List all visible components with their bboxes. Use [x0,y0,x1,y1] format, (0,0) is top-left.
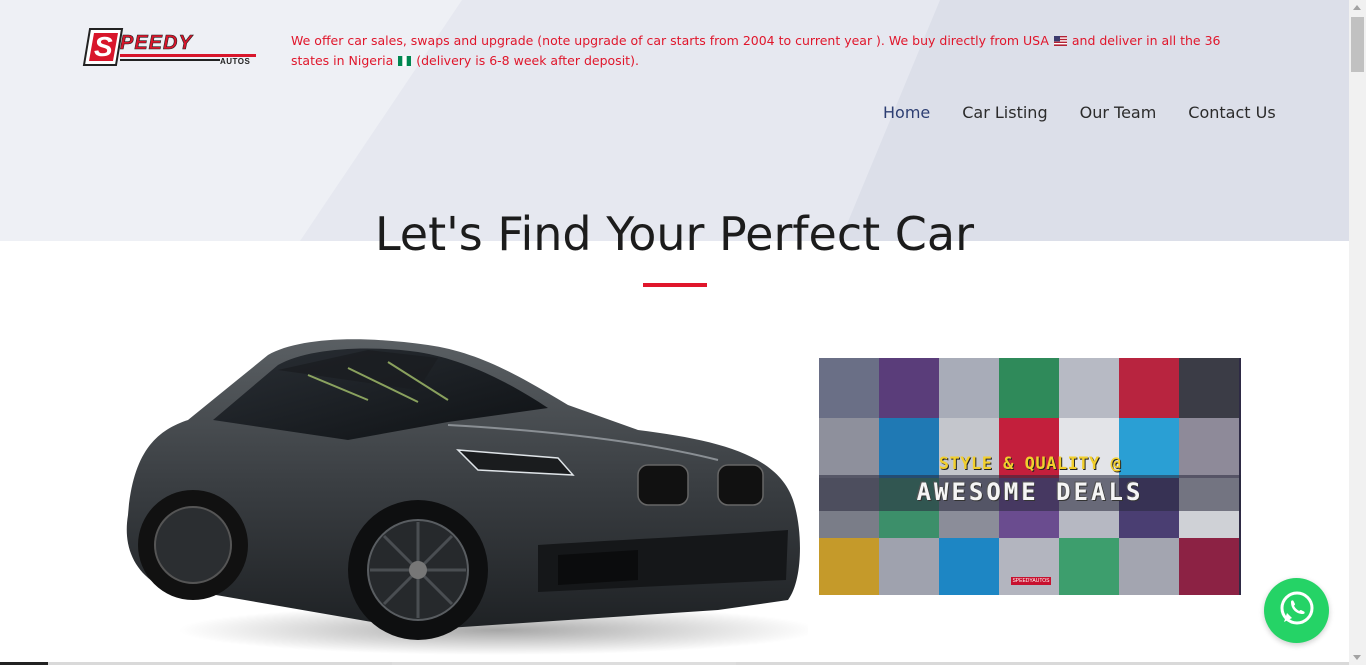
car-image [118,330,818,658]
us-flag-icon [1053,32,1067,51]
scroll-thumb[interactable] [1351,17,1364,72]
nav-home[interactable]: Home [883,103,930,122]
speedy-autos-logo[interactable]: S PEEDY AUTOS [82,25,262,71]
promo-line-1: STYLE & QUALITY @ [938,454,1122,474]
page: S PEEDY AUTOS We offer car sales, swaps … [0,0,1366,665]
logo-subtitle: AUTOS [220,57,251,66]
whatsapp-button[interactable] [1264,578,1329,643]
nav-our-team[interactable]: Our Team [1080,103,1157,122]
promo-line-2: AWESOME DEALS [916,478,1144,506]
svg-text:PEEDY: PEEDY [120,32,193,54]
svg-text:S: S [94,31,113,62]
main-nav: Home Car Listing Our Team Contact Us [883,103,1276,122]
scroll-down-arrow-icon[interactable] [1353,655,1361,660]
nav-contact-us[interactable]: Contact Us [1188,103,1275,122]
whatsapp-icon [1278,589,1316,632]
title-underline [643,283,707,287]
nigeria-flag-icon [398,52,412,71]
announcement-part-1: We offer car sales, swaps and upgrade (n… [291,33,1049,48]
page-scrollbar[interactable] [1349,0,1366,665]
scroll-up-arrow-icon[interactable] [1353,5,1361,10]
hero-title: Let's Find Your Perfect Car [374,207,975,261]
announcement-text: We offer car sales, swaps and upgrade (n… [291,31,1251,71]
promo-tag: SPEEDYAUTOS [1011,577,1051,585]
announcement-part-3: (delivery is 6-8 week after deposit). [416,53,639,68]
promo-banner[interactable]: STYLE & QUALITY @ AWESOME DEALS SPEEDYAU… [819,358,1241,595]
nav-car-listing[interactable]: Car Listing [962,103,1047,122]
